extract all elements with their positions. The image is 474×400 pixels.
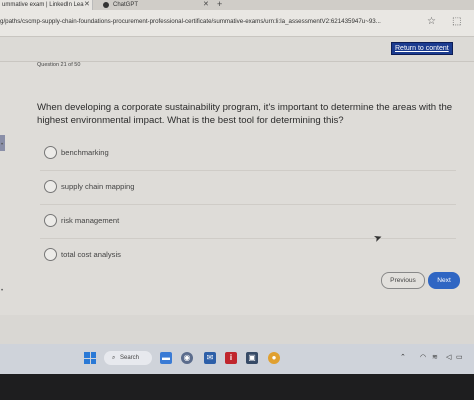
previous-button[interactable]: Previous bbox=[381, 272, 425, 289]
taskbar: ⌕ Search ▬ ◉ ✉ i ▣ ● ⌃ ◠ ≋ ◁ ▭ bbox=[0, 344, 474, 374]
chrome-icon[interactable]: ● bbox=[268, 352, 280, 364]
page-footer bbox=[0, 315, 474, 344]
search-label: Search bbox=[120, 355, 140, 361]
side-bullet-icon: • bbox=[1, 142, 4, 148]
search-icon: ⌕ bbox=[112, 355, 116, 361]
battery-icon[interactable]: ▭ bbox=[456, 353, 463, 361]
tab-chatgpt[interactable]: ChatGPT ✕ bbox=[100, 0, 215, 10]
address-bar: g/paths/cscmp-supply-chain-foundations-p… bbox=[0, 10, 474, 37]
file-explorer-icon[interactable]: ▬ bbox=[160, 352, 172, 364]
browser-icon[interactable]: ◉ bbox=[181, 352, 193, 364]
return-to-content-link[interactable]: Return to content bbox=[391, 42, 453, 55]
chevron-up-icon[interactable]: ⌃ bbox=[400, 353, 406, 361]
next-button[interactable]: Next bbox=[428, 272, 460, 289]
option-label: total cost analysis bbox=[61, 250, 121, 259]
app-icon[interactable]: i bbox=[225, 352, 237, 364]
app-icon[interactable]: ▣ bbox=[246, 352, 258, 364]
url-field[interactable]: g/paths/cscmp-supply-chain-foundations-p… bbox=[0, 18, 420, 25]
wifi-icon[interactable]: ≋ bbox=[432, 353, 438, 361]
option-risk-management[interactable]: risk management bbox=[40, 212, 440, 230]
option-benchmarking[interactable]: benchmarking bbox=[40, 144, 440, 162]
chatgpt-logo-icon bbox=[103, 2, 109, 8]
option-supply-chain-mapping[interactable]: supply chain mapping bbox=[40, 178, 440, 196]
close-icon[interactable]: ✕ bbox=[203, 0, 209, 10]
bookmark-star-icon[interactable]: ☆ bbox=[427, 16, 436, 27]
option-label: supply chain mapping bbox=[61, 182, 135, 191]
outlook-icon[interactable]: ✉ bbox=[204, 352, 216, 364]
tab-label: ChatGPT bbox=[113, 2, 139, 8]
radio-button[interactable] bbox=[44, 248, 57, 261]
option-divider bbox=[40, 238, 456, 239]
page-header: Return to content bbox=[0, 37, 474, 62]
wifi-icon[interactable]: ◠ bbox=[420, 353, 426, 361]
extensions-icon[interactable]: ⬚ bbox=[452, 16, 461, 27]
monitor-bezel bbox=[0, 374, 474, 400]
radio-button[interactable] bbox=[44, 146, 57, 159]
side-bullet-icon: • bbox=[1, 288, 4, 294]
option-total-cost-analysis[interactable]: total cost analysis bbox=[40, 246, 440, 264]
option-divider bbox=[40, 204, 456, 205]
question-number: Question 21 of 50 bbox=[37, 62, 81, 68]
close-icon[interactable]: ✕ bbox=[84, 0, 90, 10]
radio-button[interactable] bbox=[44, 214, 57, 227]
browser-tab-strip: ummative exam | LinkedIn Lea ✕ ChatGPT ✕… bbox=[0, 0, 474, 10]
question-text: When developing a corporate sustainabili… bbox=[37, 102, 453, 126]
option-divider bbox=[40, 170, 456, 171]
volume-icon[interactable]: ◁ bbox=[446, 353, 451, 361]
tab-label: ummative exam | LinkedIn Lea bbox=[2, 2, 84, 8]
tab-linkedin-exam[interactable]: ummative exam | LinkedIn Lea ✕ bbox=[0, 0, 93, 10]
radio-button[interactable] bbox=[44, 180, 57, 193]
option-label: benchmarking bbox=[61, 148, 109, 157]
new-tab-button[interactable]: + bbox=[217, 0, 222, 9]
windows-start-icon[interactable] bbox=[84, 352, 96, 364]
taskbar-search[interactable]: ⌕ Search bbox=[104, 351, 152, 365]
option-label: risk management bbox=[61, 216, 120, 225]
